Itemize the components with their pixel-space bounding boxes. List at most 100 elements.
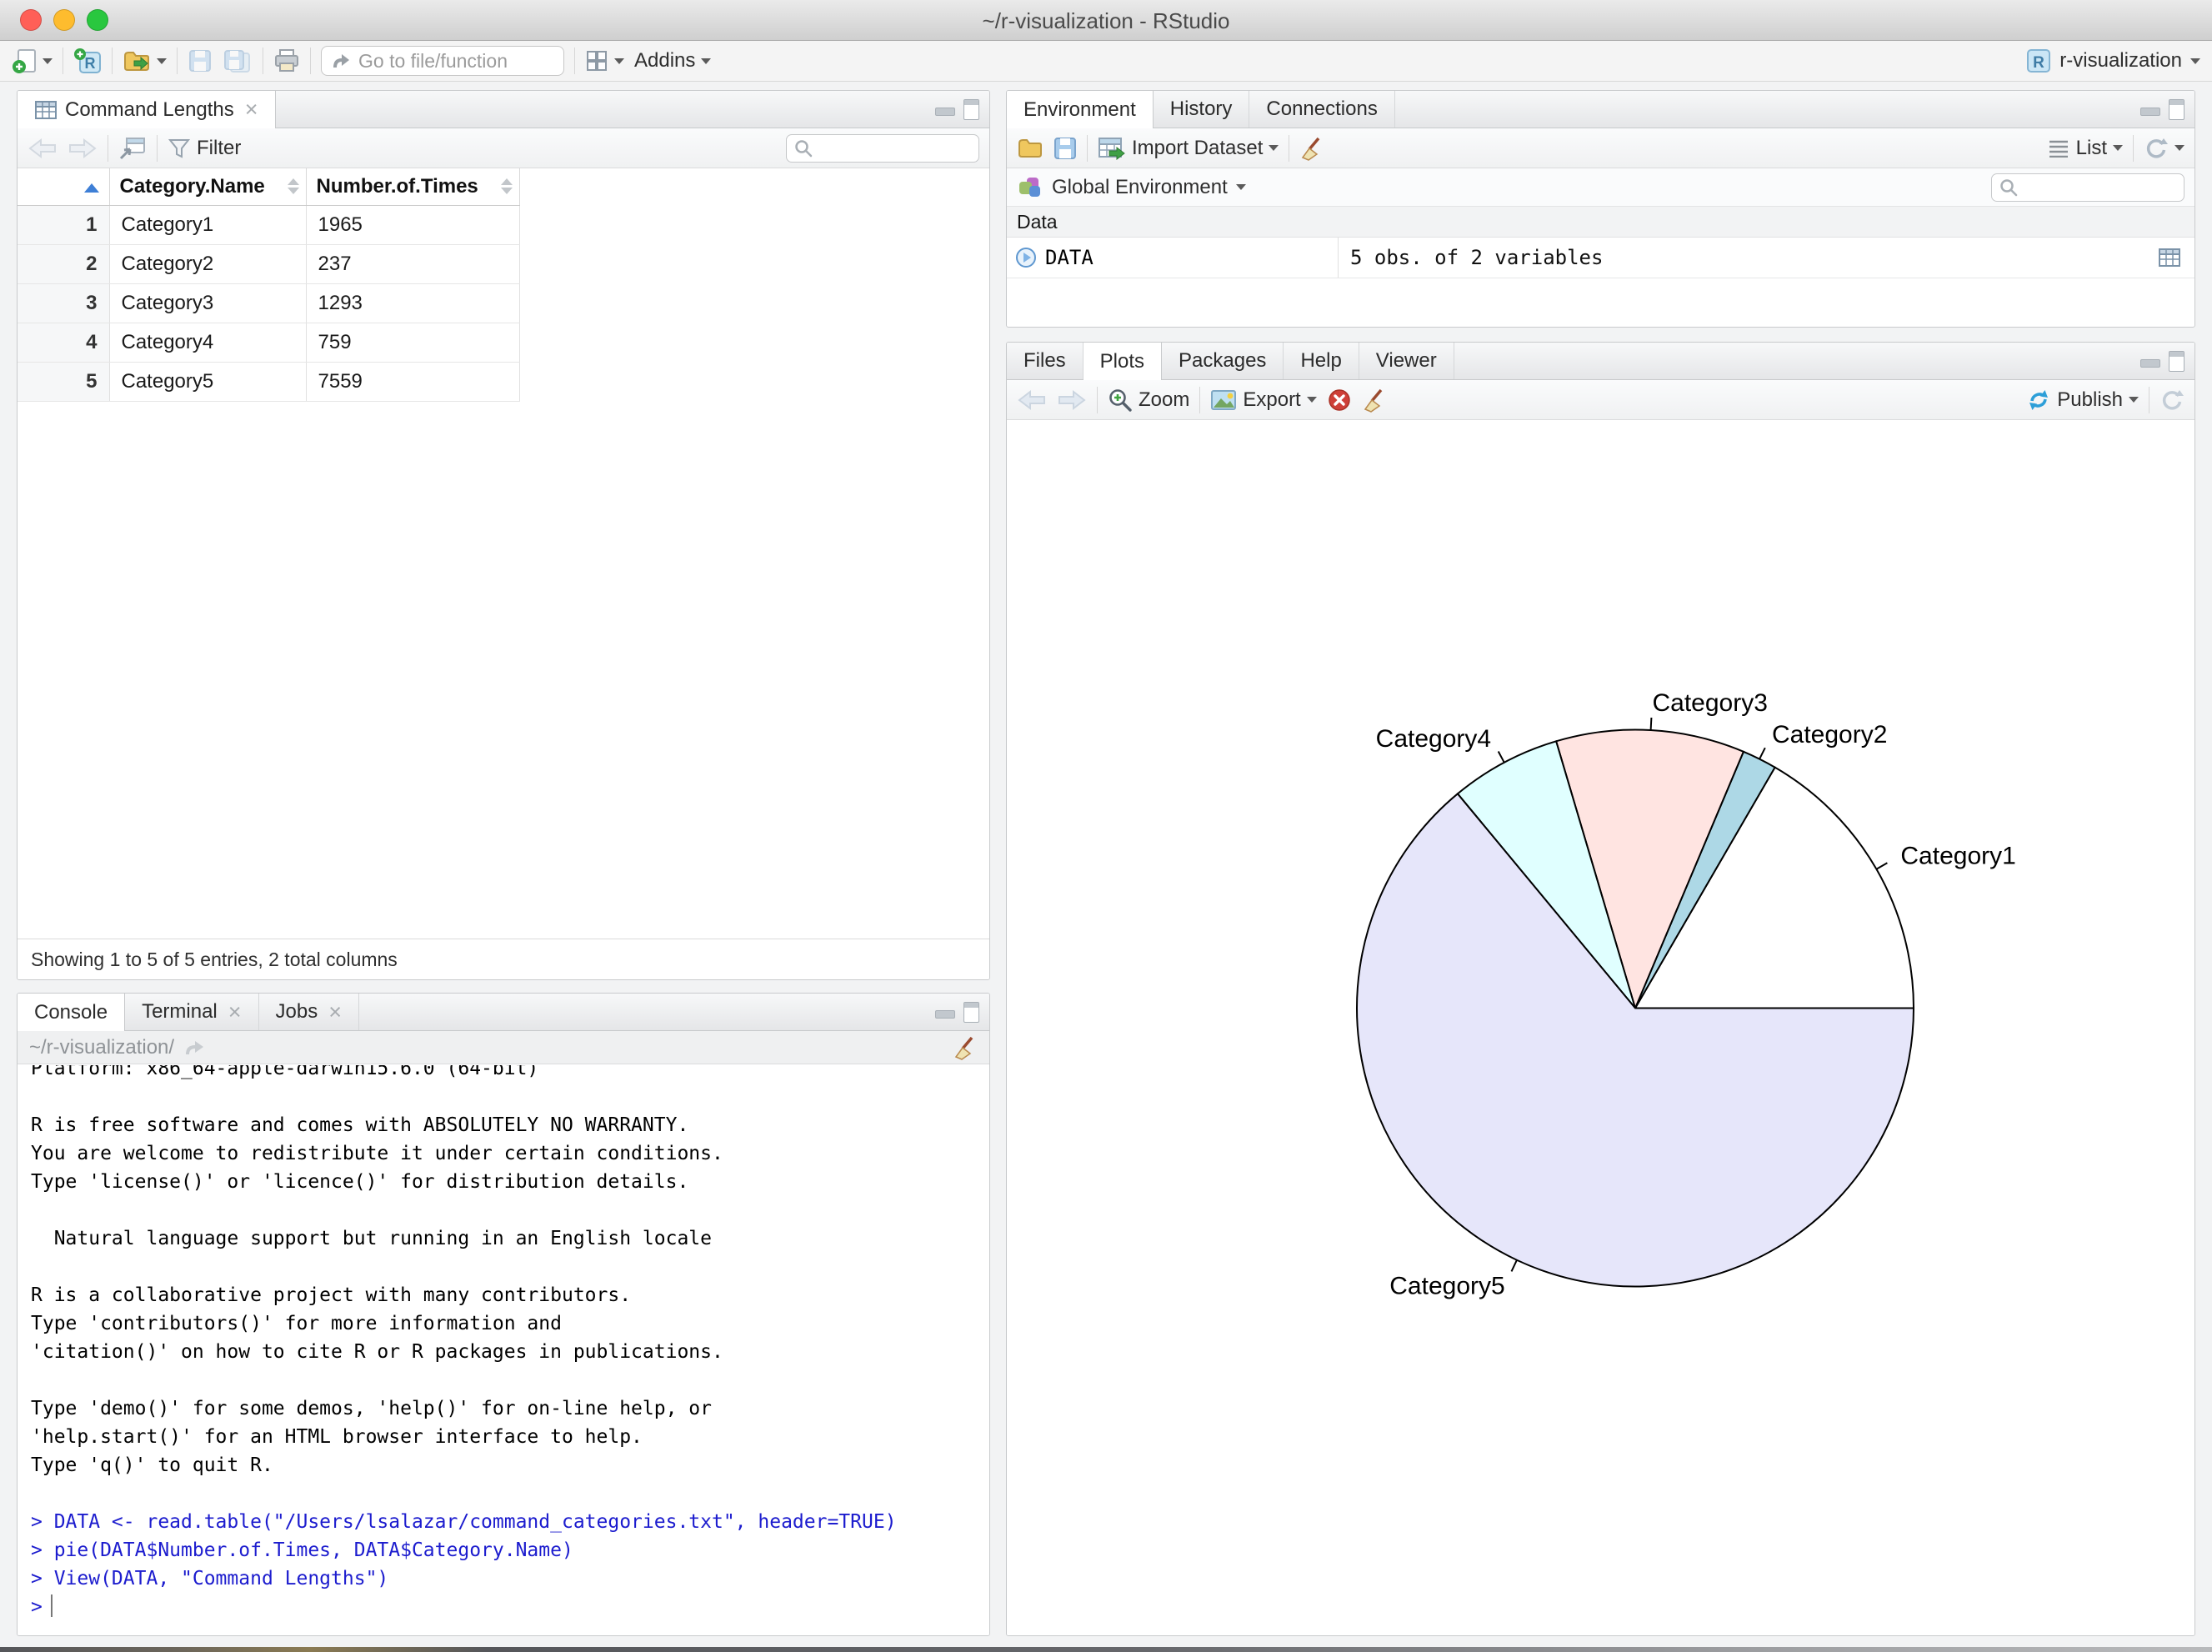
close-icon[interactable]: × (228, 1000, 242, 1024)
open-file-button[interactable] (123, 48, 167, 73)
tab-connections[interactable]: Connections (1249, 91, 1395, 128)
environment-search-box[interactable] (1991, 173, 2184, 202)
export-image-icon (1210, 389, 1237, 411)
chevron-down-icon (43, 58, 53, 64)
tab-terminal[interactable]: Terminal × (125, 994, 259, 1030)
export-plot-button[interactable]: Export (1210, 388, 1317, 412)
tab-plots[interactable]: Plots (1083, 343, 1163, 380)
console-line: > View(DATA, "Command Lengths") (31, 1568, 389, 1589)
working-directory-label: ~/r-visualization/ (29, 1035, 175, 1059)
clear-console-icon[interactable] (953, 1035, 978, 1060)
filter-funnel-icon (168, 138, 191, 159)
toolbar-separator (1087, 134, 1088, 162)
r-project-cube-icon: R (2026, 48, 2051, 73)
project-menu-button[interactable]: R r-visualization (2026, 48, 2200, 73)
console-tabstrip: Console Terminal × Jobs × (18, 994, 989, 1031)
addins-button[interactable]: Addins (634, 49, 712, 73)
zoom-plot-button[interactable]: Zoom (1108, 388, 1189, 413)
clear-plots-icon[interactable] (1362, 388, 1387, 413)
table-row[interactable]: 2 Category2 237 (18, 244, 520, 284)
view-table-icon[interactable] (2158, 248, 2181, 268)
tab-files[interactable]: Files (1007, 343, 1083, 379)
pie-chart: Category1 Category2Category3 Category4 Cate… (1356, 689, 2016, 1300)
clear-environment-icon[interactable] (1299, 136, 1324, 161)
tab-packages[interactable]: Packages (1162, 343, 1284, 379)
minimize-panel-icon[interactable] (935, 108, 955, 116)
refresh-environment-button[interactable] (2144, 137, 2184, 160)
pie-label-tick (1510, 1259, 1518, 1272)
table-row[interactable]: 1 Category1 1965 (18, 205, 520, 245)
project-name-label: r-visualization (2059, 49, 2182, 72)
tab-viewer[interactable]: Viewer (1359, 343, 1454, 379)
publish-button[interactable]: Publish (2026, 388, 2139, 413)
chevron-down-icon (1269, 145, 1279, 151)
tab-history[interactable]: History (1154, 91, 1250, 128)
table-row[interactable]: 4 Category4 759 (18, 323, 520, 363)
tab-jobs[interactable]: Jobs × (259, 994, 360, 1030)
close-icon[interactable]: × (328, 1000, 342, 1024)
maximize-panel-icon[interactable] (2169, 99, 2184, 120)
list-view-button[interactable]: List (2047, 137, 2123, 160)
open-in-new-window-icon[interactable] (118, 136, 147, 161)
environment-object-row[interactable]: DATA 5 obs. of 2 variables (1007, 238, 2194, 278)
goto-file-input[interactable] (358, 49, 542, 73)
table-cell: Category1 (109, 205, 307, 245)
import-dataset-button[interactable]: Import Dataset (1098, 137, 1279, 160)
new-file-button[interactable] (12, 48, 53, 74)
goto-file-box[interactable] (321, 46, 564, 76)
table-row[interactable]: 5 Category5 7559 (18, 362, 520, 402)
console-line: 'help.start()' for an HTML browser inter… (31, 1426, 643, 1448)
scope-label[interactable]: Global Environment (1052, 176, 1228, 199)
tab-label: Environment (1023, 98, 1136, 121)
toolbar-separator (1097, 386, 1098, 413)
minimize-panel-icon[interactable] (935, 1010, 955, 1019)
row-number-header[interactable] (18, 168, 110, 206)
table-search-box[interactable] (786, 133, 979, 163)
save-all-icon[interactable] (223, 48, 253, 73)
table-search-input[interactable] (818, 137, 968, 159)
back-icon[interactable] (28, 137, 58, 160)
column-header-number-of-times[interactable]: Number.of.Times (306, 168, 520, 206)
next-plot-icon[interactable] (1057, 388, 1087, 412)
refresh-plot-icon[interactable] (2159, 388, 2184, 412)
maximize-panel-icon[interactable] (963, 1002, 979, 1023)
pane-layout-button[interactable] (585, 49, 624, 73)
print-icon[interactable] (273, 48, 300, 73)
column-header-category-name[interactable]: Category.Name (109, 168, 307, 206)
close-icon[interactable]: × (245, 98, 258, 121)
plots-tabstrip: Files Plots Packages Help Viewer (1007, 343, 2194, 380)
tab-help[interactable]: Help (1284, 343, 1359, 379)
save-workspace-icon[interactable] (1053, 137, 1077, 160)
remove-plot-icon[interactable] (1327, 388, 1352, 413)
maximize-panel-icon[interactable] (2169, 351, 2184, 372)
table-cell: Category4 (109, 323, 307, 363)
goto-arrow-icon (330, 51, 352, 71)
expand-object-icon[interactable] (1015, 247, 1037, 268)
main-toolbar: R Addins R r-visualiza (0, 41, 2212, 82)
load-workspace-icon[interactable] (1017, 137, 1043, 160)
environment-scope-bar: Global Environment (1007, 168, 2194, 207)
tab-command-lengths[interactable]: Command Lengths × (18, 91, 276, 128)
new-project-button[interactable]: R (73, 47, 102, 75)
environment-search-input[interactable] (2024, 176, 2174, 198)
previous-plot-icon[interactable] (1017, 388, 1047, 412)
minimize-panel-icon[interactable] (2140, 359, 2160, 368)
tab-console[interactable]: Console (18, 994, 126, 1031)
object-value: 5 obs. of 2 variables (1350, 246, 1604, 269)
filter-button[interactable]: Filter (168, 137, 241, 160)
share-arrow-icon[interactable] (183, 1039, 206, 1057)
console-line: > (31, 1593, 976, 1621)
chevron-down-icon (1235, 184, 1246, 190)
minimize-panel-icon[interactable] (2140, 108, 2160, 116)
save-icon[interactable] (188, 48, 213, 73)
console-body[interactable]: Platform: x86_64-apple-darwin15.6.0 (64-… (18, 1065, 989, 1635)
window-title: ~/r-visualization - RStudio (982, 8, 1230, 33)
tab-environment[interactable]: Environment (1007, 91, 1154, 128)
refresh-icon (2144, 137, 2169, 160)
maximize-panel-icon[interactable] (963, 99, 979, 120)
table-row[interactable]: 3 Category3 1293 (18, 283, 520, 323)
table-cell: Category5 (109, 362, 307, 402)
pie-label-tick (1497, 751, 1505, 763)
forward-icon[interactable] (68, 137, 98, 160)
table-cell: Category2 (109, 244, 307, 284)
